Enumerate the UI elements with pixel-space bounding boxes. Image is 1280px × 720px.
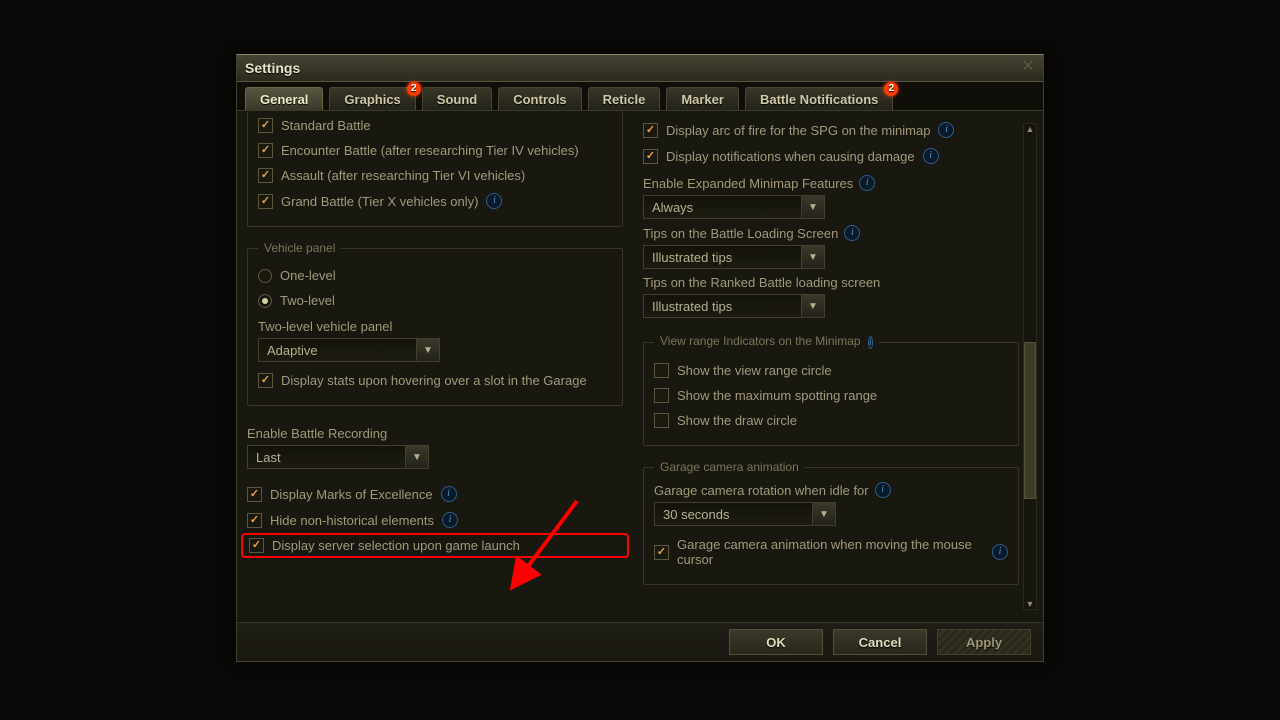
- idle-rotation-label: Garage camera rotation when idle for i: [654, 482, 1008, 500]
- opt-assault[interactable]: Assault (after researching Tier VI vehic…: [258, 163, 612, 188]
- info-icon[interactable]: i: [868, 336, 873, 349]
- chevron-down-icon[interactable]: ▼: [405, 446, 428, 468]
- window-title: Settings: [245, 60, 300, 76]
- checkbox-icon[interactable]: [249, 538, 264, 553]
- checkbox-icon[interactable]: [258, 118, 273, 133]
- tab-marker[interactable]: Marker: [666, 87, 739, 110]
- chevron-down-icon[interactable]: ▼: [812, 503, 835, 525]
- badge: 2: [407, 82, 421, 96]
- opt-max-spotting[interactable]: Show the maximum spotting range: [654, 383, 1008, 408]
- opt-grand-battle[interactable]: Grand Battle (Tier X vehicles only) i: [258, 188, 612, 214]
- tab-battle-notifications[interactable]: Battle Notifications2: [745, 87, 893, 110]
- opt-standard-battle[interactable]: Standard Battle: [258, 113, 612, 138]
- checkbox-icon[interactable]: [258, 143, 273, 158]
- opt-server-selection[interactable]: Display server selection upon game launc…: [241, 533, 629, 558]
- left-column: Standard Battle Encounter Battle (after …: [247, 117, 623, 616]
- opt-arc-of-fire[interactable]: Display arc of fire for the SPG on the m…: [643, 117, 1019, 143]
- tab-sound[interactable]: Sound: [422, 87, 492, 110]
- info-icon[interactable]: i: [859, 175, 875, 191]
- info-icon[interactable]: i: [938, 122, 954, 138]
- info-icon[interactable]: i: [486, 193, 502, 209]
- opt-hide-nonhistorical[interactable]: Hide non-historical elements i: [247, 507, 623, 533]
- opt-marks-of-excellence[interactable]: Display Marks of Excellence i: [247, 481, 623, 507]
- scrollbar[interactable]: ▲ ▼: [1023, 123, 1037, 610]
- battle-types-group: Standard Battle Encounter Battle (after …: [247, 111, 623, 227]
- radio-icon[interactable]: [258, 269, 272, 283]
- info-icon[interactable]: i: [875, 482, 891, 498]
- info-icon[interactable]: i: [441, 486, 457, 502]
- footer: OK Cancel Apply: [237, 622, 1043, 661]
- badge: 2: [884, 82, 898, 96]
- checkbox-icon[interactable]: [654, 545, 669, 560]
- two-level-panel-label: Two-level vehicle panel: [258, 313, 612, 336]
- titlebar: Settings ✕: [237, 55, 1043, 82]
- idle-rotation-select[interactable]: 30 seconds ▼: [654, 502, 836, 526]
- close-icon[interactable]: ✕: [1019, 59, 1037, 77]
- checkbox-icon[interactable]: [258, 373, 273, 388]
- checkbox-icon[interactable]: [258, 168, 273, 183]
- group-legend: Garage camera animation: [654, 460, 805, 474]
- checkbox-icon[interactable]: [654, 363, 669, 378]
- info-icon[interactable]: i: [923, 148, 939, 164]
- scroll-down-icon[interactable]: ▼: [1024, 598, 1036, 610]
- right-column: Display arc of fire for the SPG on the m…: [643, 117, 1019, 616]
- radio-icon[interactable]: [258, 294, 272, 308]
- opt-view-range-circle[interactable]: Show the view range circle: [654, 358, 1008, 383]
- opt-draw-circle[interactable]: Show the draw circle: [654, 408, 1008, 433]
- opt-hover-stats[interactable]: Display stats upon hovering over a slot …: [258, 368, 612, 393]
- cancel-button[interactable]: Cancel: [833, 629, 927, 655]
- expanded-minimap-select[interactable]: Always ▼: [643, 195, 825, 219]
- expanded-minimap-label: Enable Expanded Minimap Features i: [643, 169, 1019, 193]
- checkbox-icon[interactable]: [654, 388, 669, 403]
- opt-mouse-camera-animation[interactable]: Garage camera animation when moving the …: [654, 532, 1008, 572]
- checkbox-icon[interactable]: [258, 194, 273, 209]
- tab-graphics[interactable]: Graphics2: [329, 87, 415, 110]
- checkbox-icon[interactable]: [643, 123, 658, 138]
- garage-camera-group: Garage camera animation Garage camera ro…: [643, 460, 1019, 585]
- opt-two-level[interactable]: Two-level: [258, 288, 612, 313]
- scroll-up-icon[interactable]: ▲: [1024, 123, 1036, 135]
- group-legend: Vehicle panel: [258, 241, 341, 255]
- chevron-down-icon[interactable]: ▼: [801, 246, 824, 268]
- apply-button[interactable]: Apply: [937, 629, 1031, 655]
- chevron-down-icon[interactable]: ▼: [416, 339, 439, 361]
- group-legend: View range Indicators on the Minimap i: [654, 334, 879, 350]
- ok-button[interactable]: OK: [729, 629, 823, 655]
- info-icon[interactable]: i: [992, 544, 1008, 560]
- tips-ranked-label: Tips on the Ranked Battle loading screen: [643, 269, 1019, 292]
- tips-loading-label: Tips on the Battle Loading Screen i: [643, 219, 1019, 243]
- view-range-group: View range Indicators on the Minimap i S…: [643, 334, 1019, 446]
- tips-ranked-select[interactable]: Illustrated tips ▼: [643, 294, 825, 318]
- checkbox-icon[interactable]: [247, 513, 262, 528]
- settings-body: Standard Battle Encounter Battle (after …: [237, 111, 1043, 622]
- scrollbar-thumb[interactable]: [1024, 342, 1036, 499]
- checkbox-icon[interactable]: [654, 413, 669, 428]
- battle-recording-select[interactable]: Last ▼: [247, 445, 429, 469]
- checkbox-icon[interactable]: [643, 149, 658, 164]
- opt-encounter-battle[interactable]: Encounter Battle (after researching Tier…: [258, 138, 612, 163]
- opt-one-level[interactable]: One-level: [258, 263, 612, 288]
- chevron-down-icon[interactable]: ▼: [801, 196, 824, 218]
- chevron-down-icon[interactable]: ▼: [801, 295, 824, 317]
- vehicle-panel-group: Vehicle panel One-level Two-level Two-le…: [247, 241, 623, 406]
- opt-damage-notifications[interactable]: Display notifications when causing damag…: [643, 143, 1019, 169]
- tips-loading-select[interactable]: Illustrated tips ▼: [643, 245, 825, 269]
- two-level-panel-select[interactable]: Adaptive ▼: [258, 338, 440, 362]
- checkbox-icon[interactable]: [247, 487, 262, 502]
- tab-reticle[interactable]: Reticle: [588, 87, 661, 110]
- tabs: General Graphics2 Sound Controls Reticle…: [237, 82, 1043, 111]
- battle-recording-label: Enable Battle Recording: [247, 420, 623, 443]
- tab-general[interactable]: General: [245, 87, 323, 110]
- settings-window: Settings ✕ General Graphics2 Sound Contr…: [236, 54, 1044, 662]
- info-icon[interactable]: i: [442, 512, 458, 528]
- info-icon[interactable]: i: [844, 225, 860, 241]
- tab-controls[interactable]: Controls: [498, 87, 581, 110]
